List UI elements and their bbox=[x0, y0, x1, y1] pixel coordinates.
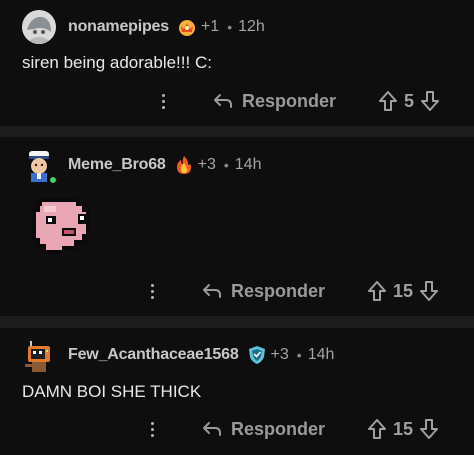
comment-meta: Meme_Bro68 +3 • 14h bbox=[68, 155, 261, 175]
downvote-icon[interactable] bbox=[419, 280, 439, 302]
gray-character-avatar-icon bbox=[22, 10, 56, 44]
comment-text: DAMN BOI SHE THICK bbox=[22, 382, 202, 401]
comment-actions: Responder 15 bbox=[145, 414, 439, 444]
reply-arrow-icon bbox=[203, 422, 221, 436]
comment-meta: Few_Acanthaceae1568 +3 • 14h bbox=[68, 345, 334, 365]
award-count: +1 bbox=[200, 18, 220, 35]
reply-label: Responder bbox=[231, 280, 326, 301]
username[interactable]: Meme_Bro68 bbox=[68, 156, 166, 174]
timestamp: 14h bbox=[234, 156, 262, 173]
more-options-icon[interactable] bbox=[145, 421, 159, 437]
separator-dot: • bbox=[223, 157, 229, 173]
vote-controls: 15 bbox=[367, 418, 439, 440]
pixel-pink-ghost-image[interactable] bbox=[24, 192, 98, 258]
award-count: +3 bbox=[270, 346, 289, 363]
timestamp: 12h bbox=[238, 18, 265, 35]
reply-label: Responder bbox=[242, 90, 337, 111]
shield-award-icon[interactable] bbox=[247, 345, 267, 365]
comment-meta: nonamepipes +1 • 12h bbox=[68, 17, 265, 37]
comment-1: nonamepipes +1 • 12h siren being adorabl… bbox=[0, 0, 474, 126]
online-indicator bbox=[49, 176, 57, 184]
more-options-icon[interactable] bbox=[145, 283, 159, 299]
vote-score: 15 bbox=[393, 418, 414, 439]
reply-arrow-icon bbox=[203, 284, 221, 298]
comment-text: siren being adorable!!! C: bbox=[22, 53, 212, 72]
timestamp: 14h bbox=[307, 346, 335, 363]
upvote-icon[interactable] bbox=[367, 418, 387, 440]
comment-separator bbox=[0, 126, 474, 137]
downvote-icon[interactable] bbox=[419, 418, 439, 440]
comment-separator bbox=[0, 316, 474, 328]
avatar[interactable] bbox=[22, 338, 56, 372]
tv-head-character-avatar-icon bbox=[25, 341, 50, 372]
reply-label: Responder bbox=[231, 418, 326, 439]
avatar[interactable] bbox=[22, 10, 56, 44]
vote-controls: 15 bbox=[367, 280, 439, 302]
downvote-icon[interactable] bbox=[420, 90, 440, 112]
comment-3: Few_Acanthaceae1568 +3 • 14h DAMN BOI SH… bbox=[0, 328, 474, 455]
vote-score: 5 bbox=[404, 90, 415, 111]
fire-award-icon[interactable] bbox=[174, 155, 194, 175]
comment-actions: Responder 5 bbox=[156, 86, 440, 116]
award-count: +3 bbox=[197, 156, 216, 173]
upvote-icon[interactable] bbox=[378, 90, 398, 112]
username[interactable]: nonamepipes bbox=[68, 18, 169, 36]
reply-button[interactable]: Responder bbox=[201, 281, 325, 302]
separator-dot: • bbox=[296, 347, 302, 363]
upvote-icon[interactable] bbox=[367, 280, 387, 302]
comment-actions: Responder 15 bbox=[145, 276, 439, 306]
more-options-icon[interactable] bbox=[156, 93, 170, 109]
comment-2: Meme_Bro68 +3 • 14h Responder 15 bbox=[0, 137, 474, 316]
crown-award-icon[interactable] bbox=[177, 17, 197, 37]
vote-controls: 5 bbox=[378, 90, 440, 112]
separator-dot: • bbox=[227, 19, 233, 35]
username[interactable]: Few_Acanthaceae1568 bbox=[68, 346, 239, 364]
reply-button[interactable]: Responder bbox=[201, 419, 325, 440]
reply-button[interactable]: Responder bbox=[212, 91, 336, 112]
reply-arrow-icon bbox=[214, 94, 232, 108]
vote-score: 15 bbox=[393, 280, 414, 301]
